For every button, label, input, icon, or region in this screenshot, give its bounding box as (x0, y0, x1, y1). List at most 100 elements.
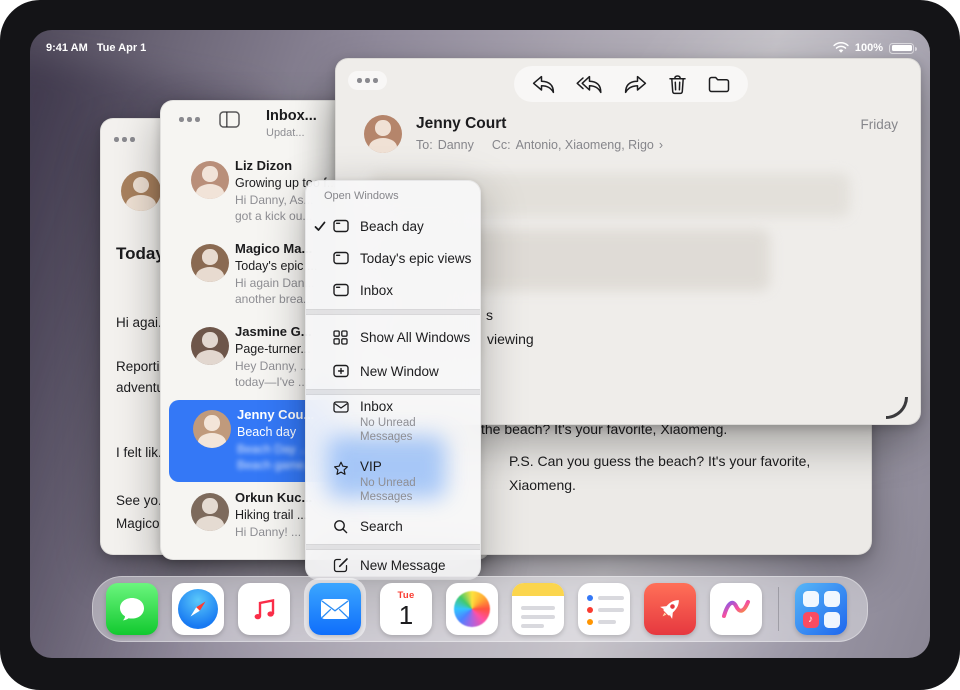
menu-item-inbox-mailbox[interactable]: Inbox No Unread Messages (306, 399, 480, 455)
notes-app-icon[interactable] (512, 583, 564, 635)
trash-icon[interactable] (668, 74, 687, 95)
envelope-icon (333, 401, 360, 413)
avatar (191, 327, 229, 365)
mailbox-status: Updat... (266, 127, 305, 139)
menu-item-label: Inbox (360, 283, 393, 298)
cc-value: Antonio, Xiaomeng, Rigo (516, 138, 654, 152)
mail-app-icon[interactable] (309, 583, 361, 635)
menu-item-vip[interactable]: VIP No Unread Messages (306, 459, 480, 515)
window-controls-button[interactable] (114, 137, 135, 142)
message-subject: Beach day (237, 425, 296, 439)
avatar (193, 410, 231, 448)
body-text: Xiaomeng. (509, 477, 576, 493)
window-controls-button[interactable] (179, 117, 200, 122)
menu-item-show-all-windows[interactable]: Show All Windows (306, 321, 480, 353)
rocket-app-icon[interactable] (644, 583, 696, 635)
message-recipients[interactable]: To: Danny Cc: Antonio, Xiaomeng, Rigo › (416, 138, 663, 152)
avatar (191, 161, 229, 199)
menu-header: Open Windows (324, 190, 399, 202)
menu-item-label: Search (360, 519, 403, 534)
menu-item-beach-day[interactable]: Beach day (306, 211, 480, 241)
battery-icon (889, 43, 914, 54)
music-app-icon[interactable] (238, 583, 290, 635)
search-icon (333, 519, 360, 534)
menu-item-label: VIP (360, 459, 456, 474)
screen: 9:41 AM Tue Apr 1 100% Today... H (30, 30, 930, 658)
cc-label: Cc: (492, 138, 511, 152)
menu-item-label: New Message (360, 558, 446, 573)
menu-item-search[interactable]: Search (306, 511, 480, 541)
message-preview: Beach game... (237, 458, 314, 472)
reply-icon[interactable] (532, 75, 555, 94)
menu-separator (306, 544, 480, 550)
body-text-fragment: viewing (487, 331, 534, 347)
window-icon (333, 251, 360, 265)
message-subject: Hiking trail ... (235, 508, 307, 522)
reminders-app-icon[interactable] (578, 583, 630, 635)
checkmark-icon (314, 221, 333, 232)
freeform-app-icon[interactable] (710, 583, 762, 635)
folder-icon[interactable] (708, 76, 730, 93)
mail-app-active-highlight (304, 578, 366, 640)
window-controls-button[interactable] (348, 71, 387, 90)
ipad-device: 9:41 AM Tue Apr 1 100% Today... H (0, 0, 960, 690)
wifi-icon (833, 42, 849, 54)
message-preview: Hi again Dan... (235, 276, 314, 290)
menu-item-label: Beach day (360, 219, 424, 234)
message-subject: Page-turner... (235, 342, 311, 356)
menu-item-sublabel: No Unread Messages (360, 476, 456, 504)
avatar (364, 115, 402, 153)
menu-item-new-message[interactable]: New Message (306, 552, 480, 578)
grid-icon (333, 330, 360, 345)
menu-item-todays-epic-views[interactable]: Today's epic views (306, 243, 480, 273)
dock-divider (778, 587, 779, 631)
star-icon (333, 461, 360, 476)
compose-icon (333, 557, 360, 573)
open-windows-menu: Open Windows Beach day Today's epic view… (305, 180, 481, 580)
message-sender: Jasmine G... (235, 324, 312, 339)
window-icon (333, 283, 360, 297)
app-library-icon[interactable]: ♪ (795, 583, 847, 635)
photos-app-icon[interactable] (446, 583, 498, 635)
calendar-date-label: 1 (399, 602, 413, 628)
menu-item-label: Today's epic views (360, 251, 471, 266)
message-preview: another brea... (235, 292, 313, 306)
message-preview: Hi Danny, As... (235, 193, 313, 207)
status-time: 9:41 AM (46, 42, 88, 54)
window-icon (333, 219, 360, 233)
message-preview: Beach Day ... (237, 442, 309, 456)
menu-separator (306, 309, 480, 315)
sidebar-toggle-icon[interactable] (219, 111, 240, 128)
message-sender: Magico Ma... (235, 241, 312, 256)
status-bar: 9:41 AM Tue Apr 1 100% (46, 38, 914, 58)
window-resize-handle[interactable] (886, 397, 908, 419)
message-date: Friday (860, 117, 898, 132)
menu-item-new-window[interactable]: New Window (306, 355, 480, 387)
message-preview: Hey Danny, ... (235, 359, 310, 373)
avatar (191, 244, 229, 282)
avatar (121, 171, 161, 211)
mailbox-title: Inbox... (266, 108, 317, 124)
new-window-icon (333, 364, 360, 378)
messages-app-icon[interactable] (106, 583, 158, 635)
message-sender: Liz Dizon (235, 158, 292, 173)
reply-all-icon[interactable] (576, 75, 603, 94)
message-toolbar (514, 66, 748, 102)
message-sender-name: Jenny Court (416, 115, 506, 133)
calendar-app-icon[interactable]: Tue 1 (380, 583, 432, 635)
to-label: To: (416, 138, 433, 152)
menu-separator (306, 389, 480, 395)
menu-item-inbox-window[interactable]: Inbox (306, 275, 480, 305)
menu-item-label: Inbox (360, 399, 456, 414)
message-sender: Orkun Kuc... (235, 490, 312, 505)
message-preview: today—I've ... (235, 375, 308, 389)
menu-item-label: Show All Windows (360, 330, 470, 345)
forward-icon[interactable] (624, 75, 647, 94)
safari-app-icon[interactable] (172, 583, 224, 635)
to-value: Danny (438, 138, 474, 152)
chevron-right-icon: › (659, 138, 663, 152)
message-preview: got a kick ou... (235, 209, 312, 223)
status-date: Tue Apr 1 (97, 42, 147, 54)
menu-item-label: New Window (360, 364, 439, 379)
body-text-fragment: s (486, 307, 493, 323)
